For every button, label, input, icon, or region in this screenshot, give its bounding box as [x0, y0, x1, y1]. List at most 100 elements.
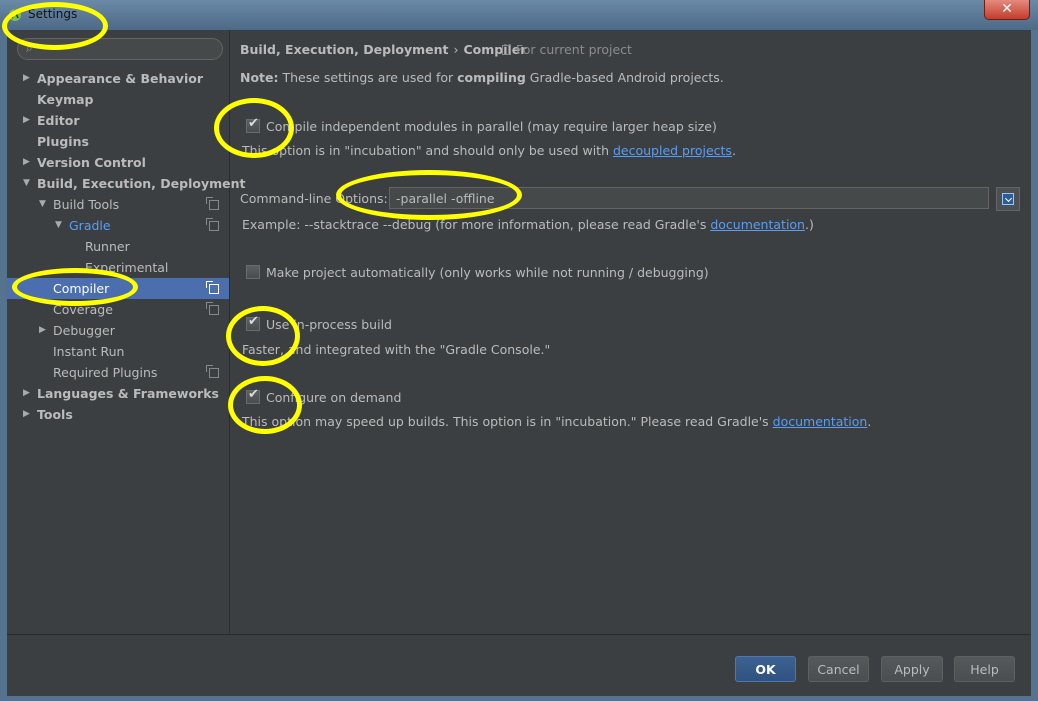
make-project-automatically-checkbox[interactable]	[246, 265, 260, 279]
parallel-hint: This option is in "incubation" and shoul…	[242, 143, 736, 158]
gradle-documentation-link[interactable]: documentation	[710, 217, 805, 232]
note-prefix: Note:	[240, 70, 279, 85]
tree-item-runner[interactable]: Runner	[7, 236, 229, 257]
breadcrumb: Build, Execution, Deployment › Compiler	[240, 42, 526, 57]
tree-item-editor[interactable]: ▶ Editor	[7, 110, 229, 131]
command-line-example: Example: --stacktrace --debug (for more …	[242, 217, 814, 232]
in-process-build-label[interactable]: Use in-process build	[266, 317, 392, 332]
chevron-right-icon: ▶	[23, 409, 30, 419]
chevron-down-icon: ▼	[23, 178, 30, 188]
checkmark-icon: ✔	[248, 387, 259, 402]
tree-item-label: Keymap	[37, 92, 94, 107]
tree-item-debugger[interactable]: ▶ Debugger	[7, 320, 229, 341]
project-scope-icon	[206, 302, 219, 315]
search-input[interactable]	[42, 40, 216, 58]
parallel-hint-text: This option is in "incubation" and shoul…	[242, 143, 613, 158]
settings-search[interactable]: ⌕	[17, 38, 223, 60]
tree-item-build-tools[interactable]: ▼ Build Tools	[7, 194, 229, 215]
parallel-label[interactable]: Compile independent modules in parallel …	[266, 119, 717, 134]
project-scope-icon	[206, 365, 219, 378]
title-bar[interactable]: Settings ✕	[0, 0, 1038, 31]
tree-item-version-control[interactable]: ▶ Version Control	[7, 152, 229, 173]
project-scope-indicator: For current project	[502, 42, 632, 57]
project-scope-icon	[502, 45, 511, 55]
window-title: Settings	[28, 7, 78, 21]
configure-on-demand-checkbox[interactable]: ✔	[246, 387, 260, 404]
command-line-options-input[interactable]	[389, 187, 989, 209]
chevron-right-icon: ▶	[23, 115, 30, 125]
chevron-right-icon: ▶	[39, 325, 46, 335]
project-scope-icon	[206, 281, 219, 294]
compiler-note: Note: These settings are used for compil…	[240, 70, 724, 85]
tree-item-keymap[interactable]: Keymap	[7, 89, 229, 110]
project-scope-icon	[206, 197, 219, 210]
chevron-right-icon: ▶	[23, 157, 30, 167]
tree-item-plugins[interactable]: Plugins	[7, 131, 229, 152]
configure-on-demand-label[interactable]: Configure on demand	[266, 390, 401, 405]
tree-item-languages-frameworks[interactable]: ▶ Languages & Frameworks	[7, 383, 229, 404]
window-frame-right	[1031, 30, 1038, 701]
tree-item-label: Debugger	[53, 323, 115, 338]
breadcrumb-parent[interactable]: Build, Execution, Deployment	[240, 42, 448, 57]
expand-icon	[1002, 193, 1014, 205]
note-text-before: These settings are used for	[278, 70, 458, 85]
apply-button[interactable]: Apply	[881, 656, 943, 682]
tree-item-label: Instant Run	[53, 344, 125, 359]
tree-item-coverage[interactable]: Coverage	[7, 299, 229, 320]
close-button[interactable]: ✕	[984, 0, 1030, 20]
window-frame-left	[0, 30, 7, 701]
chevron-right-icon: ▶	[23, 388, 30, 398]
cancel-button[interactable]: Cancel	[808, 656, 869, 682]
tree-item-instant-run[interactable]: Instant Run	[7, 341, 229, 362]
tree-item-build-execution-deployment[interactable]: ▼ Build, Execution, Deployment	[7, 173, 245, 194]
settings-window: Settings ✕ ⌕ ▶ Appearance & Behavior Key…	[0, 0, 1038, 701]
tree-item-label: Tools	[37, 407, 73, 422]
tree-item-label: Appearance & Behavior	[37, 71, 203, 86]
tree-item-gradle[interactable]: ▼ Gradle	[7, 215, 229, 236]
breadcrumb-separator: ›	[453, 42, 459, 57]
tree-item-label: Languages & Frameworks	[37, 386, 219, 401]
tree-item-label: Gradle	[69, 218, 111, 233]
checkmark-icon: ✔	[248, 116, 259, 131]
tree-item-label: Version Control	[37, 155, 146, 170]
decoupled-projects-link[interactable]: decoupled projects	[613, 143, 732, 158]
chevron-down-icon: ▼	[55, 220, 62, 230]
dialog-footer: OK Cancel Apply Help	[7, 634, 1031, 696]
configure-on-demand-hint: This option may speed up builds. This op…	[242, 414, 871, 429]
tree-item-label: Build Tools	[53, 197, 120, 212]
make-project-automatically-label[interactable]: Make project automatically (only works w…	[266, 265, 709, 280]
tree-item-label: Required Plugins	[53, 365, 158, 380]
tree-item-tools[interactable]: ▶ Tools	[7, 404, 229, 425]
chevron-down-icon: ▼	[39, 199, 46, 209]
example-text: Example: --stacktrace --debug (for more …	[242, 217, 711, 232]
tree-item-label: Runner	[85, 239, 130, 254]
on-demand-hint-end: .	[867, 414, 872, 429]
gradle-documentation-link-2[interactable]: documentation	[773, 414, 868, 429]
note-text-after: Gradle-based Android projects.	[525, 70, 724, 85]
tree-item-required-plugins[interactable]: Required Plugins	[7, 362, 229, 383]
search-icon: ⌕	[26, 41, 33, 55]
expand-field-button[interactable]	[996, 187, 1020, 211]
tree-item-label: Plugins	[37, 134, 89, 149]
tree-item-compiler[interactable]: Compiler	[7, 278, 229, 299]
android-studio-icon	[9, 9, 21, 21]
in-process-build-hint: Faster, and integrated with the "Gradle …	[242, 342, 551, 357]
tree-item-appearance-behavior[interactable]: ▶ Appearance & Behavior	[7, 68, 229, 89]
compiler-settings-panel: Build, Execution, Deployment › Compiler Fo…	[230, 30, 1031, 634]
tree-item-label: Build, Execution, Deployment	[37, 176, 246, 191]
scope-label: For current project	[516, 42, 632, 57]
parallel-checkbox[interactable]: ✔	[246, 116, 260, 133]
parallel-hint-end: .	[731, 143, 736, 158]
checkmark-icon: ✔	[248, 314, 259, 329]
project-scope-icon	[206, 218, 219, 231]
ok-button[interactable]: OK	[735, 656, 796, 682]
tree-item-label: Editor	[37, 113, 80, 128]
help-button[interactable]: Help	[954, 656, 1015, 682]
note-bold-word: compiling	[457, 70, 526, 85]
tree-item-label: Coverage	[53, 302, 113, 317]
close-icon: ✕	[1001, 1, 1013, 17]
in-process-build-checkbox[interactable]: ✔	[246, 314, 260, 331]
tree-item-label: Compiler	[53, 281, 110, 296]
tree-item-experimental[interactable]: Experimental	[7, 257, 229, 278]
example-end: .)	[804, 217, 814, 232]
